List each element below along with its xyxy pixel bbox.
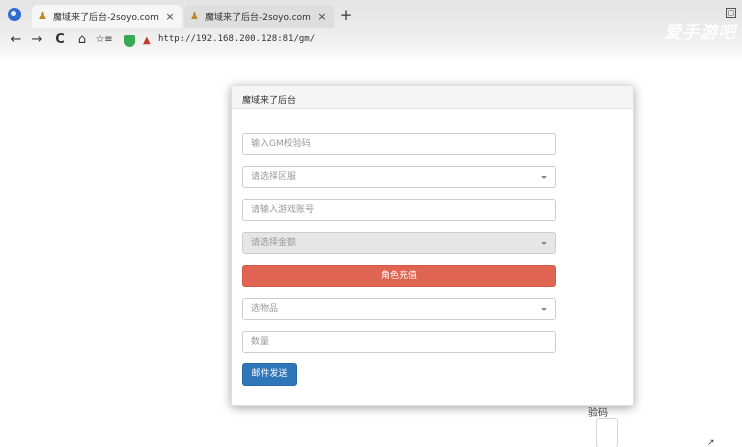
browser-logo-icon[interactable] bbox=[8, 8, 21, 21]
browser-chrome: ♟ 魔域来了后台-2soyo.com × ♟ 魔域来了后台-2soyo.com … bbox=[0, 0, 742, 62]
tab-2[interactable]: ♟ 魔域来了后台-2soyo.com × bbox=[184, 5, 334, 28]
back-icon[interactable]: ← bbox=[8, 32, 24, 48]
new-tab-button[interactable]: + bbox=[338, 6, 354, 24]
background-label: 验码 bbox=[588, 408, 608, 419]
shield-icon[interactable] bbox=[124, 35, 135, 47]
item-select[interactable]: 选物品 bbox=[242, 298, 556, 320]
quantity-input[interactable]: 数量 bbox=[242, 331, 556, 353]
recharge-button[interactable]: 角色充值 bbox=[242, 265, 556, 287]
server-select[interactable]: 请选择区服 bbox=[242, 166, 556, 188]
window-control-icon[interactable]: ▢ bbox=[726, 8, 736, 18]
gm-code-input[interactable]: 输入GM校验码 bbox=[242, 133, 556, 155]
tab-1[interactable]: ♟ 魔域来了后台-2soyo.com × bbox=[32, 5, 182, 28]
home-icon[interactable]: ⌂ bbox=[74, 32, 90, 48]
tab-title: 魔域来了后台-2soyo.com bbox=[205, 13, 311, 23]
favicon-icon: ♟ bbox=[38, 11, 47, 22]
favicon-icon: ♟ bbox=[190, 11, 199, 22]
gm-panel-modal: 魔域来了后台 输入GM校验码 请选择区服 请输入游戏账号 请选择金额 角色充值 … bbox=[231, 85, 634, 406]
send-mail-button[interactable]: 邮件发送 bbox=[242, 363, 297, 386]
reload-icon[interactable]: C bbox=[52, 32, 68, 48]
tab-title: 魔域来了后台-2soyo.com bbox=[53, 13, 159, 23]
forward-icon[interactable]: → bbox=[29, 32, 45, 48]
amount-select[interactable]: 请选择金额 bbox=[242, 232, 556, 254]
lock-icon[interactable]: ▲ bbox=[143, 35, 151, 46]
tab-close-icon[interactable]: × bbox=[164, 10, 176, 23]
background-input bbox=[596, 418, 618, 447]
tab-bar: ♟ 魔域来了后台-2soyo.com × ♟ 魔域来了后台-2soyo.com … bbox=[0, 0, 742, 43]
corner-mark-icon: ↗ bbox=[707, 438, 715, 447]
address-bar[interactable]: http://192.168.200.128:81/gm/ bbox=[158, 34, 315, 44]
account-input[interactable]: 请输入游戏账号 bbox=[242, 199, 556, 221]
modal-title: 魔域来了后台 bbox=[232, 86, 633, 109]
reading-list-icon[interactable]: ☆≡ bbox=[95, 32, 113, 48]
tab-close-icon[interactable]: × bbox=[316, 10, 328, 23]
browser-toolbar: ← → C ⌂ ☆≡ ▲ http://192.168.200.128:81/g… bbox=[0, 28, 742, 54]
